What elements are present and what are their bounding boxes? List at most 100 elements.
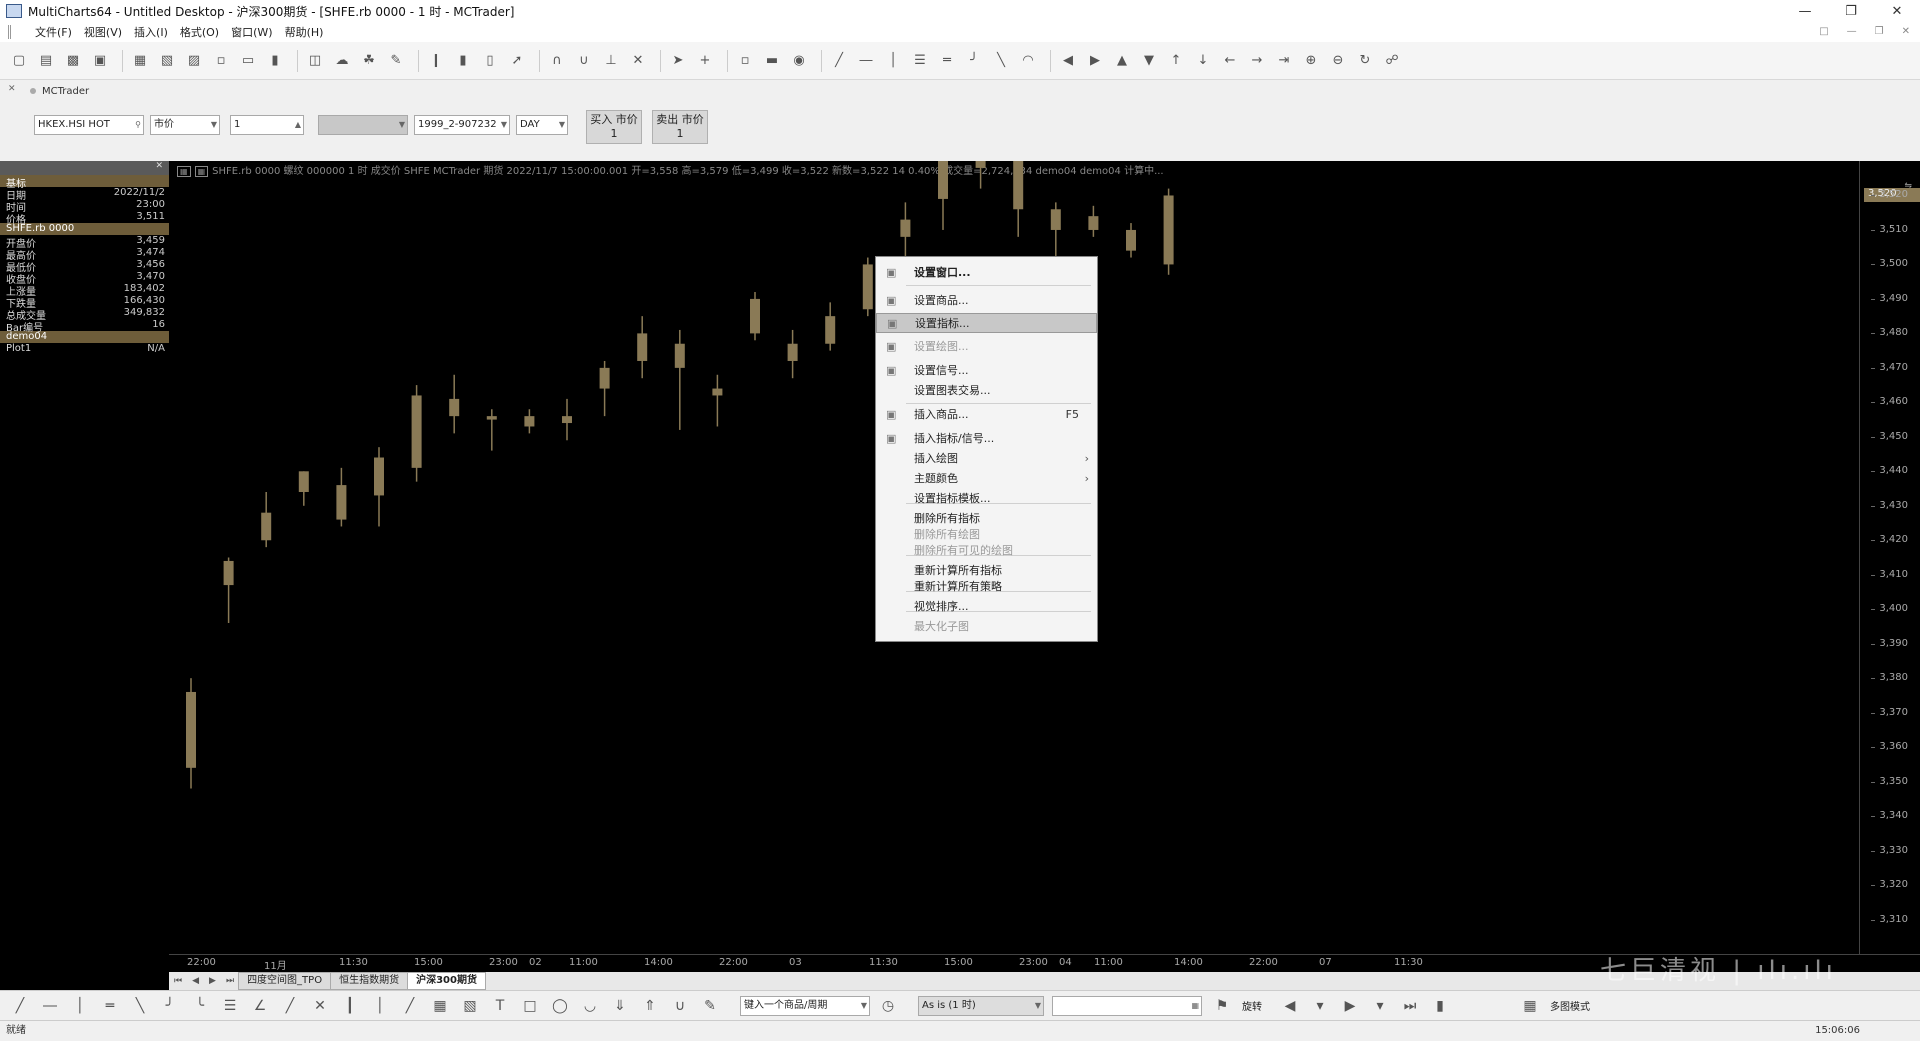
mdi-minimize-icon[interactable]: — [1847,26,1857,37]
candle[interactable] [637,316,648,379]
scanner-icon[interactable]: ▧ [156,50,178,72]
tab-next-icon[interactable]: ▶ [209,976,216,986]
tif-select[interactable]: DAY ▼ [516,115,568,135]
date-range-input[interactable]: ▦ [1052,995,1202,1016]
candle[interactable] [599,360,610,417]
context-menu-item[interactable]: 设置指标模板... [876,489,1097,509]
candle[interactable] [486,409,497,451]
cross-tool-icon[interactable]: ✕ [310,996,330,1016]
crosshair-icon[interactable]: + [694,50,716,72]
candle[interactable] [562,398,572,441]
menu-view[interactable]: 视图(V) [78,24,128,40]
axis-scale-icon[interactable]: ⇋ [1904,181,1912,191]
candle[interactable] [336,467,347,527]
candle[interactable] [938,161,948,230]
ray-tool-icon[interactable]: ╲ [130,996,150,1016]
data-window-close-icon[interactable]: ✕ [155,161,163,175]
symbol-period-input[interactable]: 键入一个商品/周期 ▼ [740,995,870,1016]
tab-hsi[interactable]: 恒生指数期货 [330,972,409,990]
candle[interactable] [411,385,422,482]
candle[interactable] [712,374,723,427]
scroll-down-icon[interactable]: ↓ [1192,50,1214,72]
replay-slider-icon[interactable]: ▮ [1430,996,1450,1016]
zoom-in-icon[interactable]: ⊕ [1300,50,1322,72]
clock-icon[interactable]: ◷ [878,996,898,1016]
new-workspace-icon[interactable]: ▢ [8,50,30,72]
tab-prev-icon[interactable]: ◀ [192,976,199,986]
menu-help[interactable]: 帮助(H) [279,24,330,40]
arc-tool-icon[interactable]: ◡ [580,996,600,1016]
stepper-icon[interactable]: ▲ [295,116,301,134]
sell-market-button[interactable]: 卖出 市价 1 [652,110,708,144]
quantity-stepper[interactable]: 1 ▲ [230,115,304,135]
insert-signal-toolbar-icon[interactable]: ☘ [358,50,380,72]
zoom-out-y-icon[interactable]: ▼ [1138,50,1160,72]
fib-icon[interactable]: ☰ [909,50,931,72]
fib-fan-tool-icon[interactable]: ╱ [280,996,300,1016]
candle[interactable] [750,292,760,341]
fib-levels-tool-icon[interactable]: ☰ [220,996,240,1016]
context-menu-item[interactable]: 插入绘图 › [876,449,1097,469]
insert-instrument-toolbar-icon[interactable]: ◫ [304,50,326,72]
drawing-dropdown-icon[interactable]: ✎ [385,50,407,72]
replay-back-icon[interactable]: ◀ [1280,996,1300,1016]
calendar-icon[interactable]: ▦ [1191,997,1199,1015]
candle[interactable] [825,302,836,351]
context-menu-item[interactable]: 重新计算所有策略 [876,577,1097,597]
text-tool-icon[interactable]: T [490,996,510,1016]
scroll-end-icon[interactable]: ⇥ [1273,50,1295,72]
line-chart-icon[interactable]: ➚ [506,50,528,72]
angle-tool-icon[interactable]: ∠ [250,996,270,1016]
multi-chart-label[interactable]: 多图模式 [1550,998,1590,1013]
order-type-select[interactable]: 市价 ▼ [150,115,220,135]
link-icon[interactable]: ☍ [1381,50,1403,72]
tab-tpo[interactable]: 四度空间图_TPO [238,972,332,990]
eraser-tool-icon[interactable]: ✎ [700,996,720,1016]
zoom-out-icon[interactable]: ⊖ [1327,50,1349,72]
candle[interactable] [223,557,234,624]
trendline-tool-icon[interactable]: ╱ [10,996,30,1016]
time-zones-tool-icon[interactable]: ┃ [340,996,360,1016]
menu-format[interactable]: 格式(O) [174,24,225,40]
dom-icon[interactable]: ▨ [183,50,205,72]
magnet-tool-icon[interactable]: ∪ [670,996,690,1016]
hline-tool-icon[interactable]: ― [40,996,60,1016]
minimize-icon[interactable]: — [1782,0,1828,22]
grid-tool-icon[interactable]: ▦ [430,996,450,1016]
scroll-left-icon[interactable]: ← [1219,50,1241,72]
tick-chart-icon[interactable]: ∩ [546,50,568,72]
refresh-icon[interactable]: ↻ [1354,50,1376,72]
account-select[interactable]: 1999_2-907232 ▼ [414,115,510,135]
gann-fan-tool-icon[interactable]: ╰ [190,996,210,1016]
zoom-out-x-icon[interactable]: ▶ [1084,50,1106,72]
menu-window[interactable]: 窗口(W) [225,24,278,40]
context-menu-item[interactable]: ▣ 设置窗口... [876,263,1097,283]
trend-line-icon[interactable]: ╱ [828,50,850,72]
candle[interactable] [975,161,986,189]
context-menu-item[interactable]: 视觉排序... [876,597,1097,617]
regression-tool-icon[interactable]: ╱ [400,996,420,1016]
candle[interactable] [1126,223,1136,258]
horizontal-line-icon[interactable]: ― [855,50,877,72]
context-menu-item[interactable]: 设置图表交易... [876,381,1097,401]
candle[interactable] [674,329,685,430]
magnifier-icon[interactable]: ◉ [788,50,810,72]
candle-chart-type-icon[interactable]: ▮ [452,50,474,72]
replay-back-dd-icon[interactable]: ▾ [1310,996,1330,1016]
volume-chart-icon[interactable]: ∪ [573,50,595,72]
context-menu-item[interactable]: ▣ 插入指标/信号... [876,429,1097,449]
close-icon[interactable]: ✕ [1874,0,1920,22]
candle[interactable] [1088,205,1099,237]
vline-tool-icon[interactable]: │ [70,996,90,1016]
order-entry-icon[interactable]: ▫ [210,50,232,72]
context-menu-item[interactable]: ▣ 设置信号... [876,361,1097,381]
buy-market-button[interactable]: 买入 市价 1 [586,110,642,144]
save-icon[interactable]: ▩ [62,50,84,72]
hollow-candle-icon[interactable]: ▯ [479,50,501,72]
point-figure-icon[interactable]: ✕ [627,50,649,72]
tab-csi300[interactable]: 沪深300期货 [407,972,486,990]
replay-forward-dd-icon[interactable]: ▾ [1370,996,1390,1016]
renko-icon[interactable]: ⊥ [600,50,622,72]
gann-icon[interactable]: ╯ [963,50,985,72]
candle[interactable] [1050,202,1061,261]
